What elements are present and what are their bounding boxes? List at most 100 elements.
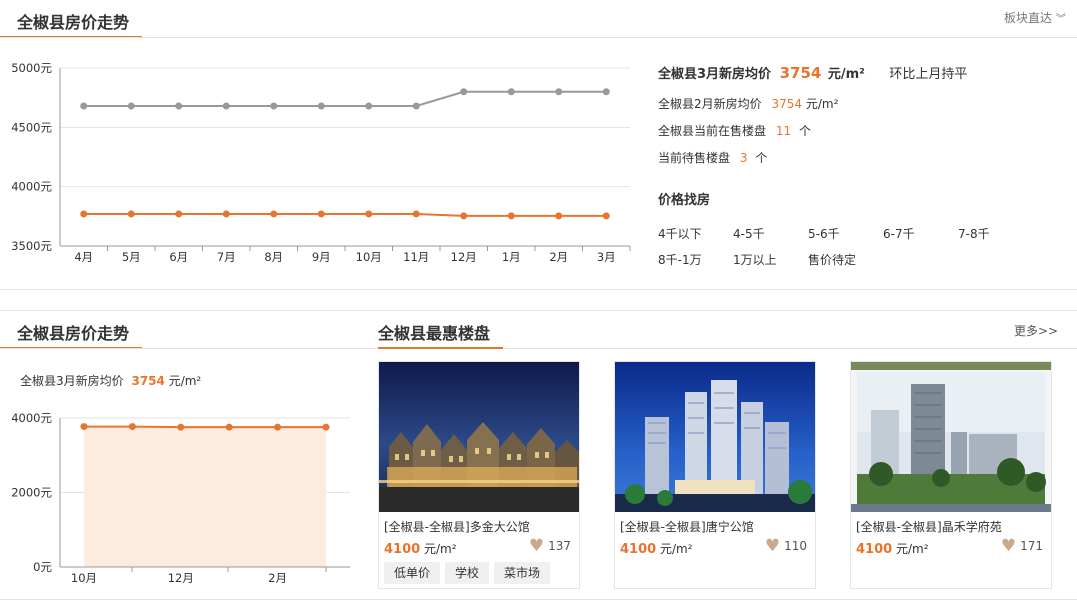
feb-avg-price: 3754 — [771, 97, 803, 111]
feb-avg-label: 全椒县2月新房均价 — [658, 97, 762, 111]
data-point — [317, 102, 325, 110]
march-avg-label: 全椒县3月新房均价 — [658, 67, 772, 82]
property-name[interactable]: [全椒县-全椒县]唐宁公馆 — [620, 518, 754, 535]
data-point — [175, 210, 183, 218]
data-point — [270, 210, 278, 218]
section-divider — [0, 348, 1077, 349]
like-button[interactable]: ♥ 171 — [1001, 538, 1043, 555]
march-avg-price: 3754 — [779, 64, 822, 82]
x-tick-label: 2月 — [549, 250, 568, 264]
property-tag: 菜市场 — [494, 562, 551, 584]
data-point — [80, 210, 88, 218]
property-price-value: 4100 — [384, 542, 421, 557]
data-point — [80, 102, 88, 110]
data-point — [270, 102, 278, 110]
more-link[interactable]: 更多>> — [1014, 322, 1058, 339]
property-photo[interactable] — [851, 362, 1051, 512]
on-sale-unit: 个 — [798, 124, 811, 138]
y-tick-label: 3500元 — [11, 239, 52, 253]
small-avg-label: 全椒县3月新房均价 — [20, 374, 124, 388]
march-avg-row: 全椒县3月新房均价 3754 元/m² 环比上月持平 — [658, 63, 967, 82]
x-tick-label: 5月 — [122, 250, 141, 264]
data-point — [365, 102, 373, 110]
like-count: 171 — [1020, 539, 1043, 553]
series-line — [83, 212, 607, 217]
x-tick-label: 8月 — [264, 250, 283, 264]
data-point — [602, 212, 610, 220]
small-avg-price: 3754 — [131, 374, 165, 388]
x-tick-label: 6月 — [169, 250, 188, 264]
price-filter-option[interactable]: 售价待定 — [808, 251, 856, 268]
feb-avg-row: 全椒县2月新房均价 3754 元/m² — [658, 95, 838, 112]
property-price: 4100 元/m² — [384, 540, 457, 557]
price-filter-option[interactable]: 6-7千 — [883, 225, 915, 242]
section-divider — [0, 289, 1077, 290]
y-tick-label: 4500元 — [11, 120, 52, 134]
y-tick-label: 4000元 — [11, 180, 52, 194]
property-photo[interactable] — [615, 362, 815, 512]
data-point — [412, 102, 420, 110]
property-name[interactable]: [全椒县-全椒县]晶禾学府苑 — [856, 518, 1002, 535]
data-point — [127, 210, 135, 218]
data-point — [127, 102, 135, 110]
price-filter-option[interactable]: 8千-1万 — [658, 251, 702, 268]
section-title-best-deals: 全椒县最惠楼盘 — [378, 324, 491, 343]
data-point — [460, 88, 468, 96]
data-point — [412, 210, 420, 218]
small-avg-row: 全椒县3月新房均价 3754 元/m² — [20, 372, 201, 389]
heart-icon: ♥ — [764, 536, 781, 556]
price-filter-option[interactable]: 7-8千 — [958, 225, 990, 242]
x-tick-label: 11月 — [403, 250, 429, 264]
section-title-underline — [378, 347, 503, 349]
x-tick-label: 9月 — [312, 250, 331, 264]
x-tick-label: 10月 — [356, 250, 382, 264]
data-point — [222, 210, 230, 218]
data-point — [222, 102, 230, 110]
feb-avg-unit: 元/m² — [805, 97, 839, 111]
data-point — [507, 88, 515, 96]
y-tick-label: 5000元 — [11, 61, 52, 75]
property-tag: 学校 — [445, 562, 490, 584]
data-point — [555, 212, 563, 220]
property-card[interactable]: [全椒县-全椒县]多金大公馆 4100 元/m² ♥ 137 低单价 学校 菜市… — [378, 361, 580, 589]
like-button[interactable]: ♥ 110 — [764, 536, 807, 556]
data-point — [365, 210, 373, 218]
price-filter-option[interactable]: 4千以下 — [658, 225, 702, 242]
property-name[interactable]: [全椒县-全椒县]多金大公馆 — [384, 518, 530, 535]
pending-label: 当前待售楼盘 — [658, 151, 731, 165]
property-card[interactable]: [全椒县-全椒县]晶禾学府苑 4100 元/m² ♥ 171 — [850, 361, 1052, 589]
property-price-unit: 元/m² — [424, 542, 457, 556]
property-photo[interactable] — [379, 362, 579, 512]
price-filter-option[interactable]: 1万以上 — [733, 251, 777, 268]
on-sale-count: 11 — [775, 124, 792, 138]
on-sale-row: 全椒县当前在售楼盘 11 个 — [658, 122, 811, 139]
property-price-unit: 元/m² — [896, 542, 929, 556]
small-avg-unit: 元/m² — [168, 374, 202, 388]
price-filter-option[interactable]: 5-6千 — [808, 225, 840, 242]
property-price: 4100 元/m² — [856, 540, 929, 557]
data-point — [555, 88, 563, 96]
property-price-value: 4100 — [620, 542, 657, 557]
section-divider — [0, 310, 1077, 311]
x-tick-label: 3月 — [597, 250, 616, 264]
property-card[interactable]: [全椒县-全椒县]唐宁公馆 4100 元/m² ♥ 110 — [614, 361, 816, 589]
x-tick-label: 4月 — [74, 250, 93, 264]
property-tag: 低单价 — [384, 562, 441, 584]
page-bottom-divider — [0, 599, 1077, 600]
mom-change: 环比上月持平 — [889, 67, 968, 82]
price-filter-heading: 价格找房 — [658, 193, 711, 208]
property-price: 4100 元/m² — [620, 540, 693, 557]
x-tick-label: 12月 — [451, 250, 477, 264]
series-line — [83, 90, 607, 107]
data-point — [507, 212, 515, 220]
pending-unit: 个 — [755, 151, 768, 165]
like-button[interactable]: ♥ 137 — [529, 538, 571, 555]
x-tick-label: 7月 — [217, 250, 236, 264]
property-price-value: 4100 — [856, 542, 893, 557]
property-price-unit: 元/m² — [660, 542, 693, 556]
on-sale-label: 全椒县当前在售楼盘 — [658, 124, 767, 138]
march-avg-unit: 元/m² — [827, 67, 865, 82]
data-point — [460, 212, 468, 220]
like-count: 137 — [548, 539, 571, 553]
price-filter-option[interactable]: 4-5千 — [733, 225, 765, 242]
